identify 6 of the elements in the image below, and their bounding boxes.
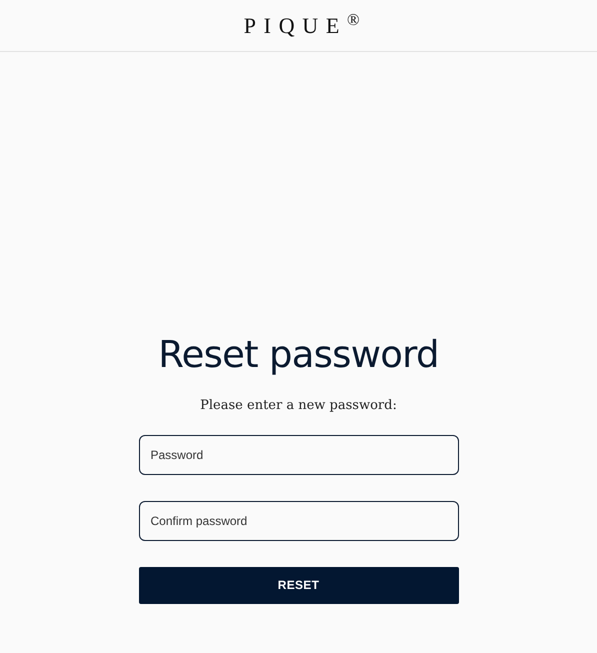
instruction-text: Please enter a new password: [200, 397, 397, 415]
input-field[interactable]: Confirm password [138, 500, 458, 540]
page-title: Reset password [158, 335, 439, 375]
reset-button[interactable]: RESET [138, 566, 458, 604]
logo[interactable]: PIQUE$^{®}$ [244, 9, 368, 42]
input-field[interactable]: Password [138, 434, 458, 474]
